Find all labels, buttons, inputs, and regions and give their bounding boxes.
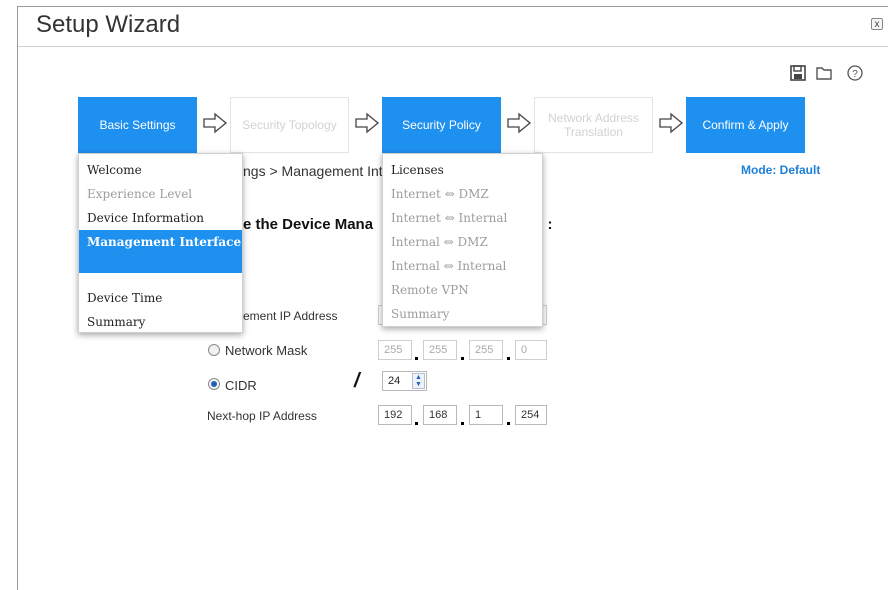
arrow-right-icon <box>355 112 380 134</box>
menu-item-internet-internal: Internet ⇔ Internal <box>391 211 508 225</box>
window-title: Setup Wizard <box>36 11 181 38</box>
menu-item-management-interface[interactable]: Management Interface <box>79 230 242 273</box>
step-security-policy[interactable]: Security Policy <box>382 97 501 153</box>
mode-indicator: Mode: Default <box>741 163 821 177</box>
security-policy-menu: Licenses Internet ⇔ DMZ Internet ⇔ Inter… <box>382 153 543 327</box>
next-hop-octet[interactable]: 168 <box>423 405 457 425</box>
svg-text:?: ? <box>852 69 858 80</box>
cidr-label: CIDR <box>225 378 257 393</box>
menu-item-internal-dmz: Internal ⇔ DMZ <box>391 235 488 249</box>
menu-item-experience-level: Experience Level <box>87 187 193 201</box>
network-mask-octet[interactable]: 0 <box>515 340 547 360</box>
menu-item-summary[interactable]: Summary <box>79 310 242 334</box>
menu-item-policy-summary: Summary <box>391 307 450 321</box>
cidr-value: 24 <box>388 375 401 387</box>
save-icon[interactable] <box>789 64 807 82</box>
step-security-topology[interactable]: Security Topology <box>230 97 349 153</box>
step-confirm-apply[interactable]: Confirm & Apply <box>686 97 805 153</box>
next-hop-octet[interactable]: 254 <box>515 405 547 425</box>
network-mask-octet[interactable]: 255 <box>469 340 503 360</box>
next-hop-octet[interactable]: 192 <box>378 405 412 425</box>
folder-icon[interactable] <box>815 64 833 82</box>
octet-separator <box>461 357 464 360</box>
step-network-address-translation[interactable]: Network Address Translation <box>534 97 653 153</box>
cidr-radio[interactable] <box>208 378 220 390</box>
menu-item-device-information[interactable]: Device Information <box>79 206 242 230</box>
network-mask-octet[interactable]: 255 <box>378 340 412 360</box>
network-mask-label: Network Mask <box>225 343 308 358</box>
basic-settings-menu: Welcome Experience Level Device Informat… <box>78 153 243 333</box>
arrow-right-icon <box>659 112 684 134</box>
octet-separator <box>507 422 510 425</box>
menu-item-internet-dmz: Internet ⇔ DMZ <box>391 187 489 201</box>
network-mask-octet[interactable]: 255 <box>423 340 457 360</box>
arrow-right-icon <box>203 112 228 134</box>
octet-separator <box>415 357 418 360</box>
menu-item-internal-internal: Internal ⇔ Internal <box>391 259 507 273</box>
menu-item-remote-vpn: Remote VPN <box>391 283 469 297</box>
title-divider <box>18 46 888 47</box>
octet-separator <box>507 357 510 360</box>
octet-separator <box>415 422 418 425</box>
spin-updown-icon[interactable]: ▲ ▼ <box>412 373 425 389</box>
breadcrumb: ngs > Management Int <box>243 163 383 179</box>
octet-separator <box>461 422 464 425</box>
close-button[interactable]: x <box>871 18 883 30</box>
step-basic-settings[interactable]: Basic Settings <box>78 97 197 153</box>
network-mask-radio[interactable] <box>208 344 220 356</box>
arrow-right-icon <box>507 112 532 134</box>
menu-item-device-time[interactable]: Device Time <box>79 286 242 310</box>
menu-item-licenses[interactable]: Licenses <box>383 158 542 182</box>
cidr-stepper[interactable]: 24 ▲ ▼ <box>382 371 427 391</box>
management-ip-label: ement IP Address <box>243 309 338 323</box>
cidr-slash: / <box>354 370 360 392</box>
next-hop-label: Next-hop IP Address <box>207 409 317 423</box>
section-heading-left: e the Device Mana <box>243 216 374 233</box>
help-icon[interactable]: ? <box>846 64 864 82</box>
menu-item-welcome[interactable]: Welcome <box>79 158 242 182</box>
next-hop-octet[interactable]: 1 <box>469 405 503 425</box>
